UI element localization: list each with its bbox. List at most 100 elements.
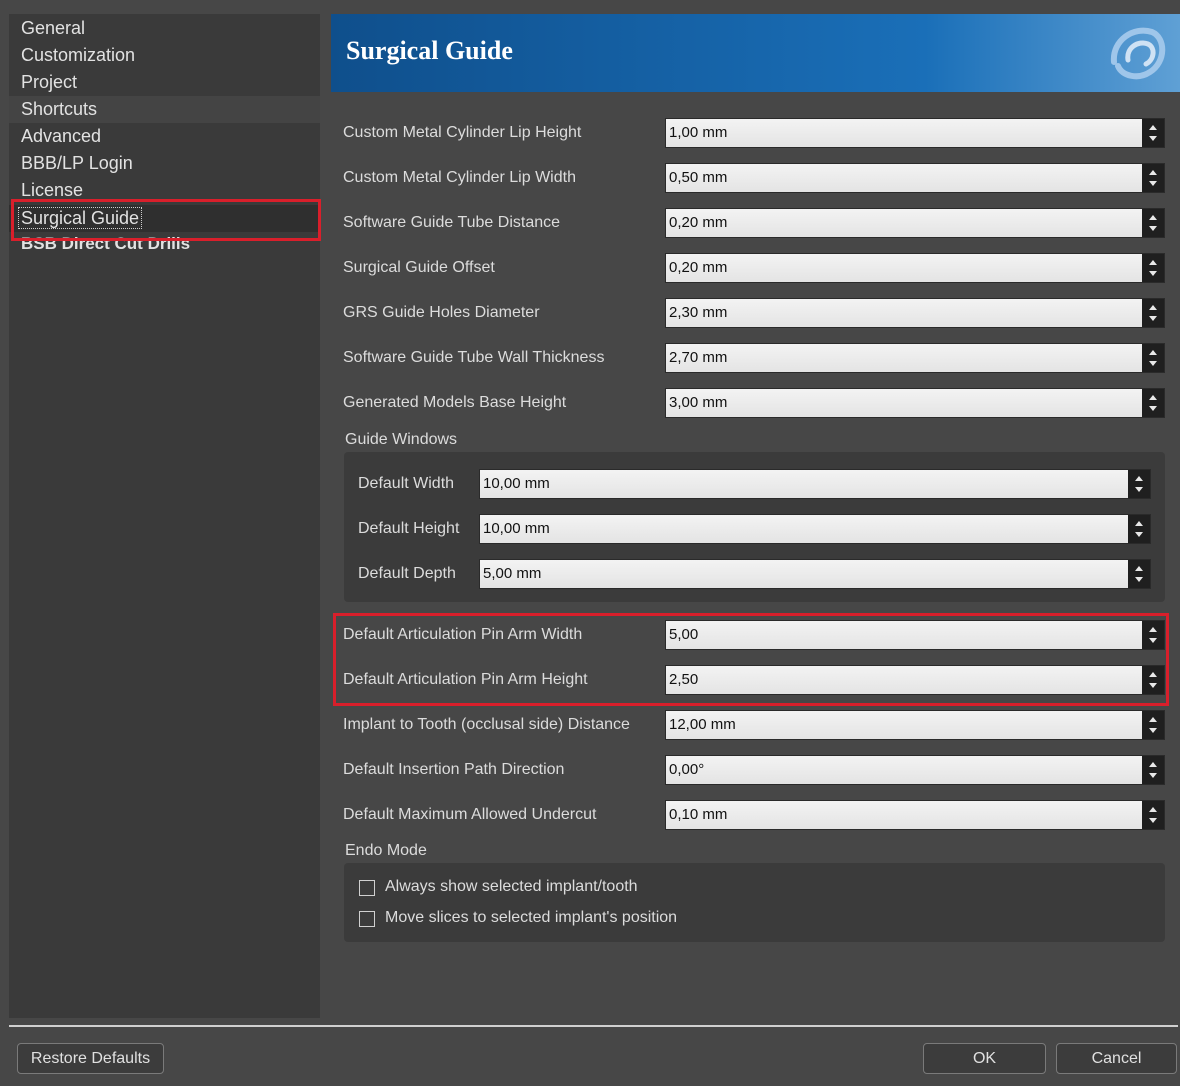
spinbox-value: 12,00 mm (669, 716, 736, 733)
default-width-spinbox[interactable]: 10,00 mm (479, 469, 1151, 499)
restore-defaults-button[interactable]: Restore Defaults (17, 1043, 164, 1074)
spinbox-value: 2,50 (669, 671, 699, 688)
spinbox-arrows[interactable] (1142, 164, 1164, 192)
grs-holes-spinbox[interactable]: 2,30 mm (665, 298, 1165, 328)
pin-arm-height-spinbox[interactable]: 2,50 (665, 665, 1165, 695)
endo-mode-group (344, 863, 1165, 942)
field-label-pin-arm-height: Default Articulation Pin Arm Height (343, 671, 588, 688)
arrow-down-icon[interactable] (1135, 577, 1143, 582)
spinbox-value: 0,20 mm (669, 259, 728, 276)
page-title: Surgical Guide (346, 36, 513, 65)
pin-arm-width-spinbox[interactable]: 5,00 (665, 620, 1165, 650)
arrow-up-icon[interactable] (1135, 566, 1143, 571)
spinbox-arrows[interactable] (1142, 209, 1164, 237)
arrow-down-icon[interactable] (1135, 487, 1143, 492)
sidebar-item-shortcuts[interactable]: Shortcuts (9, 96, 320, 123)
tube-distance-spinbox[interactable]: 0,20 mm (665, 208, 1165, 238)
arrow-up-icon[interactable] (1135, 521, 1143, 526)
insertion-path-spinbox[interactable]: 0,00° (665, 755, 1165, 785)
spinbox-value: 5,00 mm (483, 565, 542, 582)
always-show-label[interactable]: Always show selected implant/tooth (385, 878, 638, 896)
arrow-down-icon[interactable] (1149, 406, 1157, 411)
arrow-down-icon[interactable] (1149, 361, 1157, 366)
arrow-up-icon[interactable] (1149, 395, 1157, 400)
arrow-up-icon[interactable] (1149, 305, 1157, 310)
arrow-up-icon[interactable] (1149, 762, 1157, 767)
spinbox-value: 0,10 mm (669, 806, 728, 823)
guide-offset-spinbox[interactable]: 0,20 mm (665, 253, 1165, 283)
arrow-down-icon[interactable] (1149, 271, 1157, 276)
spinbox-arrows[interactable] (1128, 470, 1150, 498)
arrow-down-icon[interactable] (1149, 728, 1157, 733)
wall-thickness-spinbox[interactable]: 2,70 mm (665, 343, 1165, 373)
arrow-down-icon[interactable] (1149, 638, 1157, 643)
arrow-up-icon[interactable] (1149, 125, 1157, 130)
lip-height-spinbox[interactable]: 1,00 mm (665, 118, 1165, 148)
lip-width-spinbox[interactable]: 0,50 mm (665, 163, 1165, 193)
sidebar: General Customization Project Shortcuts … (9, 14, 320, 1018)
arrow-up-icon[interactable] (1149, 260, 1157, 265)
arrow-up-icon[interactable] (1149, 350, 1157, 355)
field-label-default-height: Default Height (358, 520, 460, 537)
arrow-down-icon[interactable] (1149, 226, 1157, 231)
move-slices-checkbox[interactable] (359, 911, 375, 927)
arrow-up-icon[interactable] (1149, 807, 1157, 812)
spinbox-value: 0,00° (669, 761, 705, 778)
spinbox-arrows[interactable] (1142, 299, 1164, 327)
spinbox-arrows[interactable] (1142, 711, 1164, 739)
field-label-max-undercut: Default Maximum Allowed Undercut (343, 806, 597, 823)
sidebar-item-advanced[interactable]: Advanced (9, 123, 320, 150)
arrow-up-icon[interactable] (1149, 215, 1157, 220)
base-height-spinbox[interactable]: 3,00 mm (665, 388, 1165, 418)
move-slices-label[interactable]: Move slices to selected implant's positi… (385, 909, 677, 927)
footer-separator (9, 1025, 1178, 1027)
arrow-down-icon[interactable] (1149, 316, 1157, 321)
cancel-button[interactable]: Cancel (1056, 1043, 1177, 1074)
field-label-default-depth: Default Depth (358, 565, 456, 582)
arrow-down-icon[interactable] (1149, 136, 1157, 141)
always-show-checkbox[interactable] (359, 880, 375, 896)
arrow-up-icon[interactable] (1149, 627, 1157, 632)
spinbox-value: 2,30 mm (669, 304, 728, 321)
spinbox-arrows[interactable] (1142, 801, 1164, 829)
implant-tooth-distance-spinbox[interactable]: 12,00 mm (665, 710, 1165, 740)
arrow-down-icon[interactable] (1149, 818, 1157, 823)
spinbox-arrows[interactable] (1128, 560, 1150, 588)
field-label-default-width: Default Width (358, 475, 455, 492)
spinbox-arrows[interactable] (1128, 515, 1150, 543)
spinbox-arrows[interactable] (1142, 119, 1164, 147)
arrow-up-icon[interactable] (1149, 672, 1157, 677)
arrow-down-icon[interactable] (1149, 683, 1157, 688)
ok-button[interactable]: OK (923, 1043, 1046, 1074)
spinbox-arrows[interactable] (1142, 666, 1164, 694)
field-label-insertion-path: Default Insertion Path Direction (343, 761, 565, 778)
sidebar-item-bbb-lp-login[interactable]: BBB/LP Login (9, 150, 320, 177)
field-label-tube-distance: Software Guide Tube Distance (343, 214, 561, 231)
spinbox-value: 3,00 mm (669, 394, 728, 411)
arrow-up-icon[interactable] (1149, 170, 1157, 175)
arrow-up-icon[interactable] (1149, 717, 1157, 722)
arrow-down-icon[interactable] (1149, 773, 1157, 778)
spinbox-value: 10,00 mm (483, 475, 550, 492)
spinbox-value: 5,00 (669, 626, 699, 643)
guide-windows-title: Guide Windows (345, 431, 458, 448)
sidebar-item-license[interactable]: License (9, 177, 320, 199)
spinbox-arrows[interactable] (1142, 344, 1164, 372)
default-height-spinbox[interactable]: 10,00 mm (479, 514, 1151, 544)
field-label-implant-tooth-distance: Implant to Tooth (occlusal side) Distanc… (343, 716, 630, 733)
max-undercut-spinbox[interactable]: 0,10 mm (665, 800, 1165, 830)
sidebar-item-general[interactable]: General (9, 15, 320, 42)
sidebar-item-surgical-guide[interactable]: Surgical Guide (9, 205, 320, 232)
arrow-down-icon[interactable] (1135, 532, 1143, 537)
sidebar-item-customization[interactable]: Customization (9, 42, 320, 69)
sidebar-item-project[interactable]: Project (9, 69, 320, 96)
sidebar-item-bsb-direct-cut-drills[interactable]: BSB Direct Cut Drills (9, 234, 320, 252)
field-label-wall-thickness: Software Guide Tube Wall Thickness (343, 349, 605, 366)
arrow-down-icon[interactable] (1149, 181, 1157, 186)
spinbox-arrows[interactable] (1142, 756, 1164, 784)
arrow-up-icon[interactable] (1135, 476, 1143, 481)
spinbox-arrows[interactable] (1142, 254, 1164, 282)
default-depth-spinbox[interactable]: 5,00 mm (479, 559, 1151, 589)
spinbox-arrows[interactable] (1142, 389, 1164, 417)
spinbox-arrows[interactable] (1142, 621, 1164, 649)
